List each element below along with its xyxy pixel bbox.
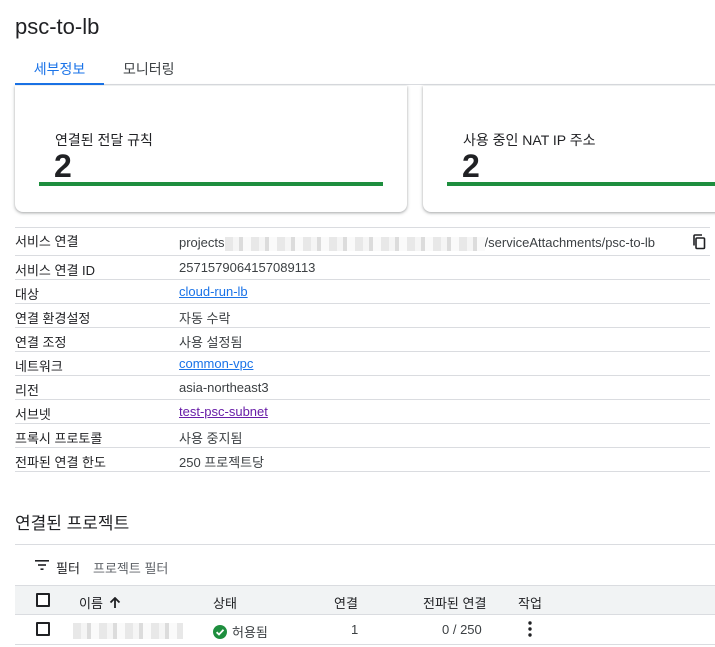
column-header-action: 작업 [518,596,542,611]
property-row: 리전 asia-northeast3 [15,376,710,400]
property-value: 사용 설정됨 [179,335,243,350]
connected-projects-table: 이름 상태 연결 전파된 연결 작업 허용됨 1 0 / 250 [15,585,715,645]
property-key: 연결 환경설정 [15,311,91,326]
property-row: 네트워크 common-vpc [15,352,710,376]
property-key: 네트워크 [15,359,63,374]
card-label: 사용 중인 NAT IP 주소 [463,132,596,148]
property-value: 자동 수락 [179,311,231,326]
property-value: 250 프로젝트당 [179,455,265,470]
select-all-checkbox[interactable] [36,593,50,607]
check-circle-icon [213,625,227,639]
property-row: 연결 조정 사용 설정됨 [15,328,710,352]
property-key: 프록시 프로토콜 [15,431,103,446]
property-key: 서브넷 [15,407,51,422]
status-text: 허용됨 [232,625,268,640]
table-row: 허용됨 1 0 / 250 [15,615,715,645]
forwarding-rules-card: 연결된 전달 규칙 2 [15,86,407,212]
propagated-value: 0 / 250 [442,622,482,637]
property-key: 전파된 연결 한도 [15,455,106,470]
network-link[interactable]: common-vpc [179,356,253,371]
redacted-project-name [73,622,183,639]
service-attachment-suffix: /serviceAttachments/psc-to-lb [484,235,656,250]
property-row: 연결 환경설정 자동 수락 [15,304,710,328]
sort-arrow-up-icon [109,597,121,608]
card-label: 연결된 전달 규칙 [55,132,153,148]
property-key: 리전 [15,383,39,398]
nat-ip-card: 사용 중인 NAT IP 주소 2 [423,86,715,212]
property-row: 전파된 연결 한도 250 프로젝트당 [15,448,710,472]
property-row: 서비스 연결 projects/serviceAttachments/psc-t… [15,228,710,256]
property-key: 연결 조정 [15,335,67,350]
column-header-connections: 연결 [334,596,358,611]
more-vert-icon[interactable] [527,621,533,637]
column-header-propagated: 전파된 연결 [423,596,487,611]
property-row: 서비스 연결 ID 2571579064157089113 [15,256,710,280]
row-checkbox[interactable] [36,622,50,636]
tab-details[interactable]: 세부정보 [15,52,104,85]
property-key: 서비스 연결 [15,234,79,249]
property-value: asia-northeast3 [179,380,269,395]
property-key: 대상 [15,287,39,302]
copy-icon[interactable] [692,234,706,250]
card-progress-bar [447,182,715,186]
property-row: 대상 cloud-run-lb [15,280,710,304]
filter-bar[interactable]: 필터 프로젝트 필터 [15,544,715,585]
connections-value: 1 [351,622,359,637]
redacted-text [224,236,485,251]
subnet-link[interactable]: test-psc-subnet [179,404,268,419]
filter-label: 필터 [56,561,80,576]
property-row: 서브넷 test-psc-subnet [15,400,710,424]
property-key: 서비스 연결 ID [15,263,96,278]
tab-bar: 세부정보 모니터링 [15,52,715,85]
column-header-status: 상태 [213,596,237,611]
column-header-label: 이름 [79,596,103,611]
filter-icon[interactable] [35,559,49,571]
property-row: 프록시 프로토콜 사용 중지됨 [15,424,710,448]
property-value: 사용 중지됨 [179,431,243,446]
property-value: 2571579064157089113 [179,260,316,275]
card-value: 2 [462,148,480,184]
card-value: 2 [54,148,72,184]
properties-table: 서비스 연결 projects/serviceAttachments/psc-t… [15,227,710,472]
property-value: projects/serviceAttachments/psc-to-lb [179,235,655,251]
target-link[interactable]: cloud-run-lb [179,284,248,299]
card-progress-bar [39,182,383,186]
filter-input[interactable]: 프로젝트 필터 [93,558,168,577]
tab-monitoring[interactable]: 모니터링 [123,52,175,85]
column-header-name[interactable]: 이름 [79,593,121,612]
status-cell: 허용됨 [213,622,268,641]
section-title: 연결된 프로젝트 [15,514,130,533]
service-attachment-prefix: projects [179,235,225,250]
page-title: psc-to-lb [15,14,100,39]
table-header: 이름 상태 연결 전파된 연결 작업 [15,585,715,615]
